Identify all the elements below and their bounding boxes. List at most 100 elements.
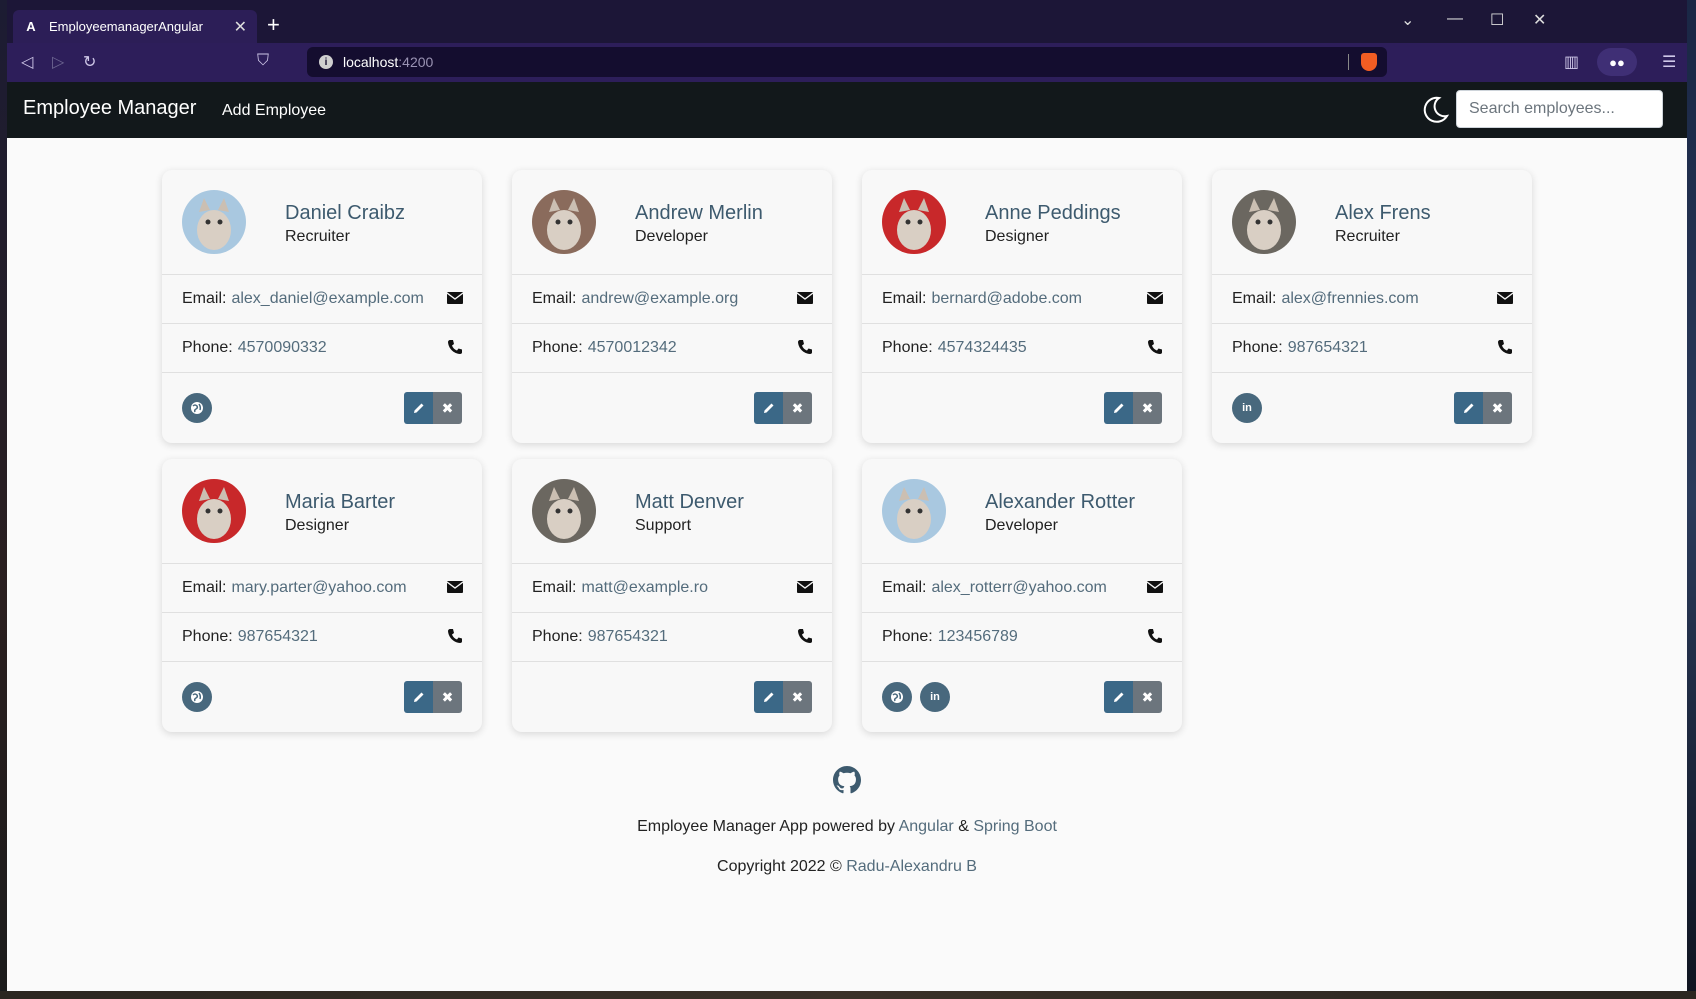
new-tab-button[interactable]: + <box>267 14 280 36</box>
phone-value[interactable]: 4574324435 <box>938 339 1027 357</box>
delete-button[interactable]: ✖ <box>1483 392 1512 424</box>
edit-button[interactable] <box>1454 392 1483 424</box>
card-header: Anne Peddings Designer <box>862 170 1182 275</box>
phone-value[interactable]: 4570090332 <box>238 339 327 357</box>
delete-button[interactable]: ✖ <box>1133 681 1162 713</box>
avatar <box>882 190 946 254</box>
menu-icon[interactable]: ☰ <box>1662 52 1676 72</box>
phone-value[interactable]: 4570012342 <box>588 339 677 357</box>
email-value[interactable]: matt@example.ro <box>581 579 708 597</box>
card-footer: ✖ <box>512 373 832 443</box>
author-link[interactable]: Radu-Alexandru B <box>846 858 977 875</box>
email-row: Email: matt@example.ro <box>512 564 832 613</box>
employee-name: Daniel Craibz <box>285 202 406 224</box>
email-value[interactable]: alex_daniel@example.com <box>231 290 423 308</box>
search-input[interactable] <box>1456 90 1663 128</box>
envelope-icon <box>796 292 814 304</box>
moon-icon[interactable] <box>1420 95 1450 125</box>
phone-value[interactable]: 987654321 <box>588 628 668 646</box>
github-icon[interactable] <box>833 766 861 794</box>
minimize-button[interactable]: — <box>1447 10 1463 28</box>
phone-label: Phone: <box>882 628 933 645</box>
divider <box>1348 54 1349 70</box>
linkedin-icon[interactable]: in <box>1232 393 1262 423</box>
employee-name: Maria Barter <box>285 491 396 513</box>
phone-label: Phone: <box>182 628 233 645</box>
close-window-button[interactable]: ✕ <box>1533 10 1546 30</box>
phone-value[interactable]: 987654321 <box>238 628 318 646</box>
edit-button[interactable] <box>754 681 783 713</box>
avatar <box>532 479 596 543</box>
angular-link[interactable]: Angular <box>899 818 954 835</box>
employee-name: Andrew Merlin <box>635 202 763 224</box>
email-value[interactable]: andrew@example.org <box>581 290 738 308</box>
pencil-icon <box>1463 403 1473 413</box>
edit-button[interactable] <box>1104 392 1133 424</box>
employee-card: Anne Peddings Designer Email: bernard@ad… <box>862 170 1182 443</box>
linkedin-icon[interactable]: in <box>920 682 950 712</box>
footer-amp: & <box>958 818 969 835</box>
phone-value[interactable]: 123456789 <box>938 628 1018 646</box>
close-icon: ✖ <box>441 688 454 705</box>
email-label: Email: <box>182 290 227 307</box>
email-row: Email: alex@frennies.com <box>1212 275 1532 324</box>
phone-row: Phone: 4570090332 <box>162 324 482 373</box>
browser-toolbar: ◁ ▷ ↻ ⛉ i localhost:4200 ▥ ●● ☰ <box>7 43 1687 82</box>
card-header: Matt Denver Support <box>512 459 832 564</box>
delete-button[interactable]: ✖ <box>783 392 812 424</box>
bookmark-icon[interactable]: ⛉ <box>257 52 269 70</box>
close-icon: ✖ <box>1491 399 1504 416</box>
add-employee-link[interactable]: Add Employee <box>222 102 326 120</box>
edit-button[interactable] <box>754 392 783 424</box>
app-navbar: Employee Manager Add Employee <box>7 82 1687 138</box>
card-header: Alexander Rotter Developer <box>862 459 1182 564</box>
globe-icon[interactable] <box>182 393 212 423</box>
pencil-icon <box>763 692 773 702</box>
spring-boot-link[interactable]: Spring Boot <box>973 818 1057 835</box>
edit-button[interactable] <box>404 392 433 424</box>
reload-icon[interactable]: ↻ <box>83 52 96 72</box>
avatar <box>882 479 946 543</box>
close-icon: ✖ <box>791 399 804 416</box>
tab-search-icon[interactable]: ⌄ <box>1401 10 1414 30</box>
email-value[interactable]: bernard@adobe.com <box>931 290 1082 308</box>
globe-icon[interactable] <box>882 682 912 712</box>
pencil-icon <box>413 403 423 413</box>
private-glasses-icon[interactable]: ●● <box>1597 48 1637 76</box>
avatar <box>532 190 596 254</box>
email-value[interactable]: alex@frennies.com <box>1281 290 1418 308</box>
delete-button[interactable]: ✖ <box>433 392 462 424</box>
sidebar-icon[interactable]: ▥ <box>1564 52 1579 72</box>
avatar <box>182 190 246 254</box>
address-bar[interactable]: i localhost:4200 <box>307 47 1387 77</box>
delete-button[interactable]: ✖ <box>783 681 812 713</box>
back-icon[interactable]: ◁ <box>21 52 33 72</box>
app-brand[interactable]: Employee Manager <box>23 97 196 120</box>
delete-button[interactable]: ✖ <box>1133 392 1162 424</box>
maximize-button[interactable]: ☐ <box>1490 10 1504 30</box>
phone-value[interactable]: 987654321 <box>1288 339 1368 357</box>
email-value[interactable]: alex_rotterr@yahoo.com <box>931 579 1106 597</box>
email-value[interactable]: mary.parter@yahoo.com <box>231 579 406 597</box>
phone-row: Phone: 987654321 <box>162 613 482 662</box>
browser-tab[interactable]: A EmployeemanagerAngular ✕ <box>13 10 257 43</box>
edit-button[interactable] <box>404 681 433 713</box>
main-content: Daniel Craibz Recruiter Email: alex_dani… <box>7 138 1687 991</box>
close-tab-icon[interactable]: ✕ <box>234 17 247 37</box>
phone-icon <box>1148 629 1162 643</box>
edit-button[interactable] <box>1104 681 1133 713</box>
delete-button[interactable]: ✖ <box>433 681 462 713</box>
card-footer: ✖ in <box>862 662 1182 732</box>
employee-grid: Daniel Craibz Recruiter Email: alex_dani… <box>162 170 1532 732</box>
email-label: Email: <box>1232 290 1277 307</box>
brave-shields-icon[interactable] <box>1361 53 1377 71</box>
site-info-icon[interactable]: i <box>319 55 333 69</box>
copyright-text: Copyright 2022 © <box>717 858 842 875</box>
forward-icon[interactable]: ▷ <box>52 52 64 72</box>
employee-job: Designer <box>985 228 1050 245</box>
card-header: Maria Barter Designer <box>162 459 482 564</box>
desktop-background <box>0 0 7 999</box>
globe-icon[interactable] <box>182 682 212 712</box>
pencil-icon <box>1113 692 1123 702</box>
card-footer: ✖ in <box>1212 373 1532 443</box>
